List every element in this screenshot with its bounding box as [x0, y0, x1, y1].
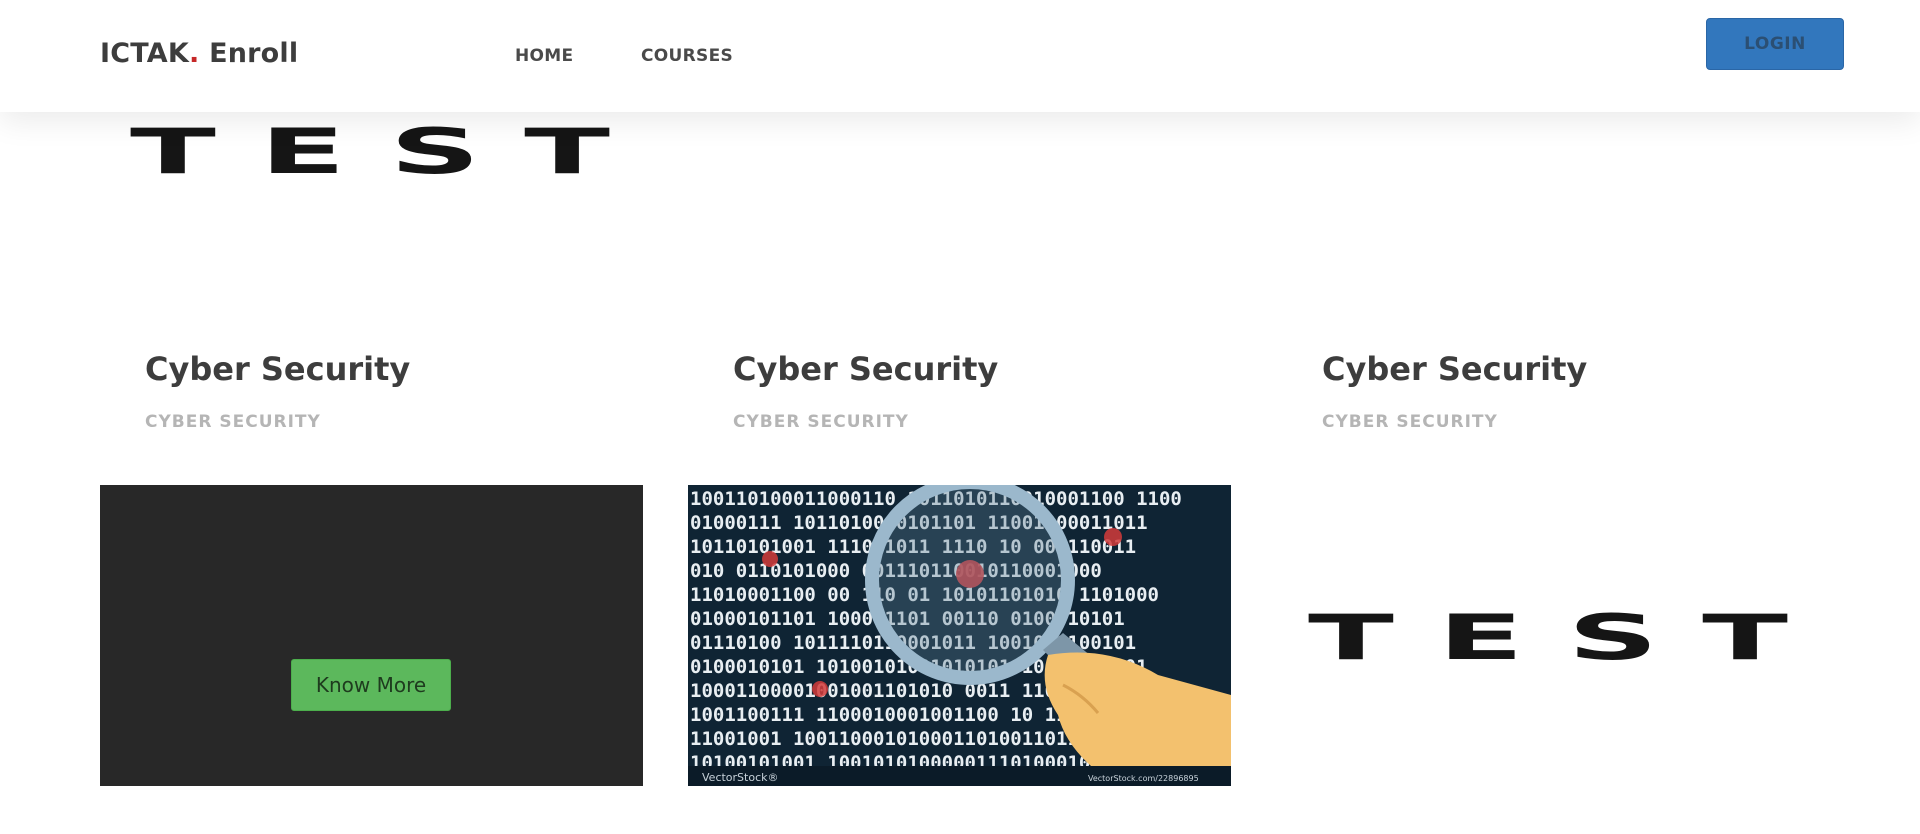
course-image-3[interactable]: T E S T	[1308, 608, 1788, 668]
course-image-1[interactable]: Know More	[100, 485, 643, 786]
watermark-right: VectorStock.com/22896895	[1088, 774, 1199, 783]
course-image-2[interactable]: 100110100011000110 1011010110010001100 1…	[688, 485, 1231, 786]
banner-test-svg: T E S T	[130, 122, 610, 182]
course-category-1: CYBER SECURITY	[145, 412, 321, 432]
course-title-2: Cyber Security	[733, 350, 999, 388]
course-title-1: Cyber Security	[145, 350, 411, 388]
brand-dot: .	[189, 38, 200, 69]
banner-test-image: T E S T	[130, 122, 610, 182]
course-category-2: CYBER SECURITY	[733, 412, 909, 432]
course-category-3: CYBER SECURITY	[1322, 412, 1498, 432]
banner-test-text: T E S T	[130, 122, 610, 182]
brand-logo[interactable]: ICTAK. Enroll	[100, 38, 298, 69]
card3-test-text: T E S T	[1308, 608, 1788, 668]
nav-courses-link[interactable]: COURSES	[641, 46, 733, 66]
binary-magnifier-illustration: 100110100011000110 1011010110010001100 1…	[688, 485, 1231, 786]
know-more-button[interactable]: Know More	[291, 659, 451, 711]
brand-rest: Enroll	[209, 38, 299, 69]
login-button[interactable]: LOGIN	[1706, 18, 1844, 70]
card3-test-svg: T E S T	[1308, 608, 1788, 668]
brand-main: ICTAK	[100, 38, 190, 69]
watermark-left: VectorStock®	[702, 771, 779, 784]
nav-home-link[interactable]: HOME	[515, 46, 573, 66]
top-navbar: ICTAK. Enroll HOME COURSES LOGIN	[0, 0, 1920, 112]
course-title-3: Cyber Security	[1322, 350, 1588, 388]
